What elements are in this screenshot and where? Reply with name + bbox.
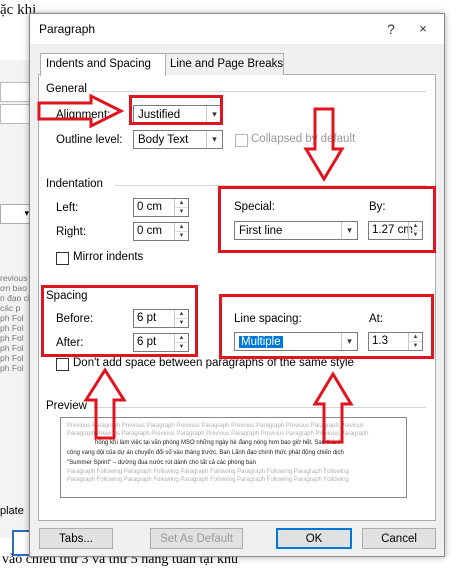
highlight-box-line-spacing (219, 294, 434, 359)
preview-body-line: "Summer Sprint" – dường đua nước rút dàn… (67, 460, 256, 466)
help-icon[interactable]: ? (380, 18, 402, 40)
panel-preview-line: n đạo ch (0, 293, 30, 303)
dialog-titlebar: Paragraph ? × (30, 14, 444, 44)
cancel-button[interactable]: Cancel (362, 528, 436, 549)
left-indent-value: 0 cm (137, 201, 162, 213)
panel-preview-line: ơn bao (0, 283, 27, 293)
spin-down-icon[interactable]: ▼ (175, 232, 188, 240)
panel-preview-line: revious P (0, 273, 30, 283)
spin-up-icon[interactable]: ▲ (175, 223, 188, 232)
outline-level-select[interactable]: Body Text ▾ (133, 130, 223, 149)
collapsed-checkbox[interactable] (235, 134, 248, 147)
preview-body: hồng khí làm việc tại văn phòng MSO nhữn… (61, 438, 406, 468)
panel-preview-line: ph Fol (0, 353, 24, 363)
left-indent-spinner[interactable]: 0 cm ▲ ▼ (133, 198, 189, 217)
indentation-heading: Indentation (46, 178, 103, 190)
tabs-button[interactable]: Tabs... (39, 528, 113, 549)
arrow-down-icon (303, 107, 345, 182)
panel-preview-line: ph Fol (0, 363, 24, 373)
dialog-title: Paragraph (39, 22, 96, 36)
panel-preview-line: các p (0, 303, 21, 313)
tab-line-and-page-breaks[interactable]: Line and Page Breaks (164, 53, 284, 75)
highlight-box-alignment (129, 95, 223, 125)
panel-preview-text: revious P ơn bao n đạo ch các p ph Fol p… (0, 273, 30, 373)
spin-up-icon[interactable]: ▲ (175, 199, 188, 208)
close-icon[interactable]: × (412, 18, 434, 40)
preview-body-line: công vang dội của dự án chuyển đổi số và… (67, 450, 344, 456)
arrow-up-icon (83, 367, 127, 440)
tab-indents-and-spacing[interactable]: Indents and Spacing (40, 53, 166, 76)
panel-preview-line: ph Fol (0, 323, 24, 333)
preview-following-line: Paragraph Following Paragraph Following … (67, 477, 349, 483)
right-indent-label: Right: (56, 226, 87, 238)
preview-following-line: Paragraph Following Paragraph Following … (67, 469, 349, 475)
section-divider (93, 407, 426, 408)
panel-label: plate (0, 505, 24, 517)
preview-heading: Preview (46, 400, 87, 412)
chevron-down-icon: ▾ (206, 131, 222, 148)
arrow-right-icon (37, 93, 125, 129)
outline-level-label: Outline level: (56, 134, 123, 146)
panel-preview-line: ph Fol (0, 333, 24, 343)
mirror-indents-label: Mirror indents (73, 251, 144, 263)
panel-preview-line: ph Fol (0, 313, 24, 323)
spin-down-icon[interactable]: ▼ (175, 208, 188, 216)
section-divider (92, 91, 426, 92)
panel-preview-line: ph Fol (0, 343, 24, 353)
panel-combo[interactable]: ▾ (0, 204, 32, 224)
outline-level-value: Body Text (138, 134, 189, 146)
mirror-indents-checkbox[interactable] (56, 252, 69, 265)
set-as-default-button[interactable]: Set As Default (150, 528, 243, 549)
left-indent-label: Left: (56, 202, 79, 214)
highlight-box-before-after (41, 285, 198, 357)
arrow-up-icon (312, 371, 354, 444)
highlight-box-special (218, 186, 436, 253)
right-indent-value: 0 cm (137, 225, 162, 237)
dont-add-space-checkbox[interactable] (56, 358, 69, 371)
right-indent-spinner[interactable]: 0 cm ▲ ▼ (133, 222, 189, 241)
ok-button[interactable]: OK (276, 528, 352, 549)
